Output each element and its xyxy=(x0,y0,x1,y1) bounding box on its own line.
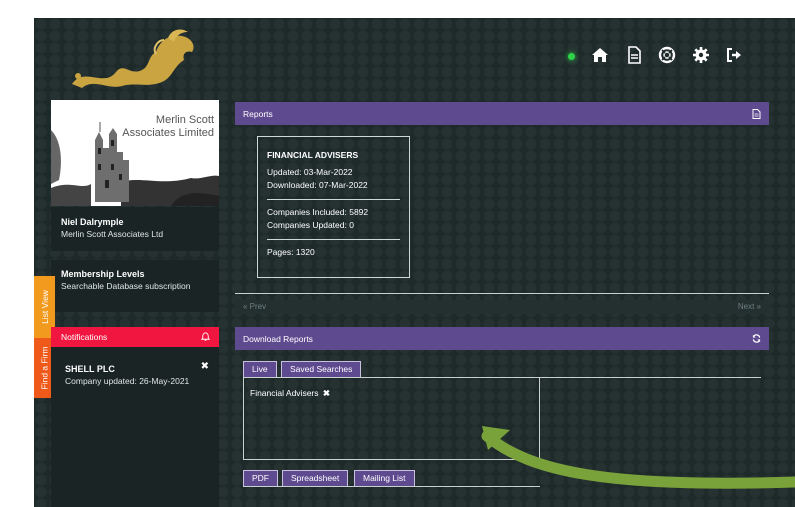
membership-panel: Membership Levels Searchable Database su… xyxy=(51,260,219,312)
user-company: Merlin Scott Associates Ltd xyxy=(61,229,164,239)
notification-text: Company updated: 26-May-2021 xyxy=(65,376,190,386)
user-name: Niel Dalrymple xyxy=(61,217,124,227)
bell-icon[interactable] xyxy=(200,331,211,342)
export-pdf-tab[interactable]: PDF xyxy=(243,470,278,486)
report-title: FINANCIAL ADVISERS xyxy=(267,150,359,160)
notifications-header: Notifications xyxy=(51,327,219,347)
home-icon[interactable] xyxy=(590,45,610,65)
export-mailing-list-tab[interactable]: Mailing List xyxy=(354,470,415,486)
tab-saved-searches[interactable]: Saved Searches xyxy=(281,361,362,377)
report-chip-label: Financial Advisers xyxy=(250,388,319,398)
company-name: Merlin Scott Associates Limited xyxy=(122,114,214,139)
report-card[interactable]: FINANCIAL ADVISERS Updated: 03-Mar-2022 … xyxy=(257,136,410,278)
next-link[interactable]: Next » xyxy=(738,302,761,311)
company-card: Merlin Scott Associates Limited xyxy=(51,100,219,206)
document-icon[interactable] xyxy=(752,108,761,119)
report-chip: Financial Advisers ✖ xyxy=(250,388,330,398)
user-panel: Niel Dalrymple Merlin Scott Associates L… xyxy=(51,207,219,251)
notification-close-icon[interactable]: ✖ xyxy=(201,361,209,372)
sign-out-icon[interactable] xyxy=(724,45,744,65)
pagination: « Prev Next » xyxy=(235,300,769,314)
tab-live[interactable]: Live xyxy=(243,361,277,377)
notification-company: SHELL PLC xyxy=(65,364,115,374)
document-icon[interactable] xyxy=(624,45,644,65)
reports-header: Reports xyxy=(235,102,769,125)
report-pages: Pages: 1320 xyxy=(267,247,315,257)
lifebuoy-icon[interactable] xyxy=(657,45,677,65)
status-dot xyxy=(568,53,575,60)
prev-link[interactable]: « Prev xyxy=(243,302,266,311)
report-divider xyxy=(267,199,400,200)
report-companies-updated: Companies Updated: 0 xyxy=(267,220,354,230)
find-a-firm-label: Find a Firm xyxy=(39,346,50,390)
report-divider xyxy=(267,239,400,240)
remove-chip-icon[interactable]: ✖ xyxy=(323,388,330,398)
download-reports-header: Download Reports xyxy=(235,327,769,350)
gear-icon[interactable] xyxy=(691,45,711,65)
report-downloaded: Downloaded: 07-Mar-2022 xyxy=(267,180,368,190)
membership-title: Membership Levels xyxy=(61,269,145,279)
report-updated: Updated: 03-Mar-2022 xyxy=(267,167,353,177)
membership-level: Searchable Database subscription xyxy=(61,281,191,291)
notifications-title: Notifications xyxy=(61,332,108,342)
griffin-logo xyxy=(72,29,194,88)
reports-title: Reports xyxy=(243,108,273,119)
reports-divider xyxy=(235,293,769,294)
list-view-label: List View xyxy=(39,290,50,324)
refresh-icon[interactable] xyxy=(752,334,761,343)
notifications-list: SHELL PLC Company updated: 26-May-2021 ✖ xyxy=(51,347,219,507)
report-companies-included: Companies Included: 5892 xyxy=(267,207,369,217)
export-spreadsheet-tab[interactable]: Spreadsheet xyxy=(282,470,349,486)
reports-panel: FINANCIAL ADVISERS Updated: 03-Mar-2022 … xyxy=(235,125,769,293)
download-reports-title: Download Reports xyxy=(243,333,313,344)
annotation-arrow xyxy=(481,426,795,489)
notification-item: SHELL PLC Company updated: 26-May-2021 xyxy=(65,363,205,387)
